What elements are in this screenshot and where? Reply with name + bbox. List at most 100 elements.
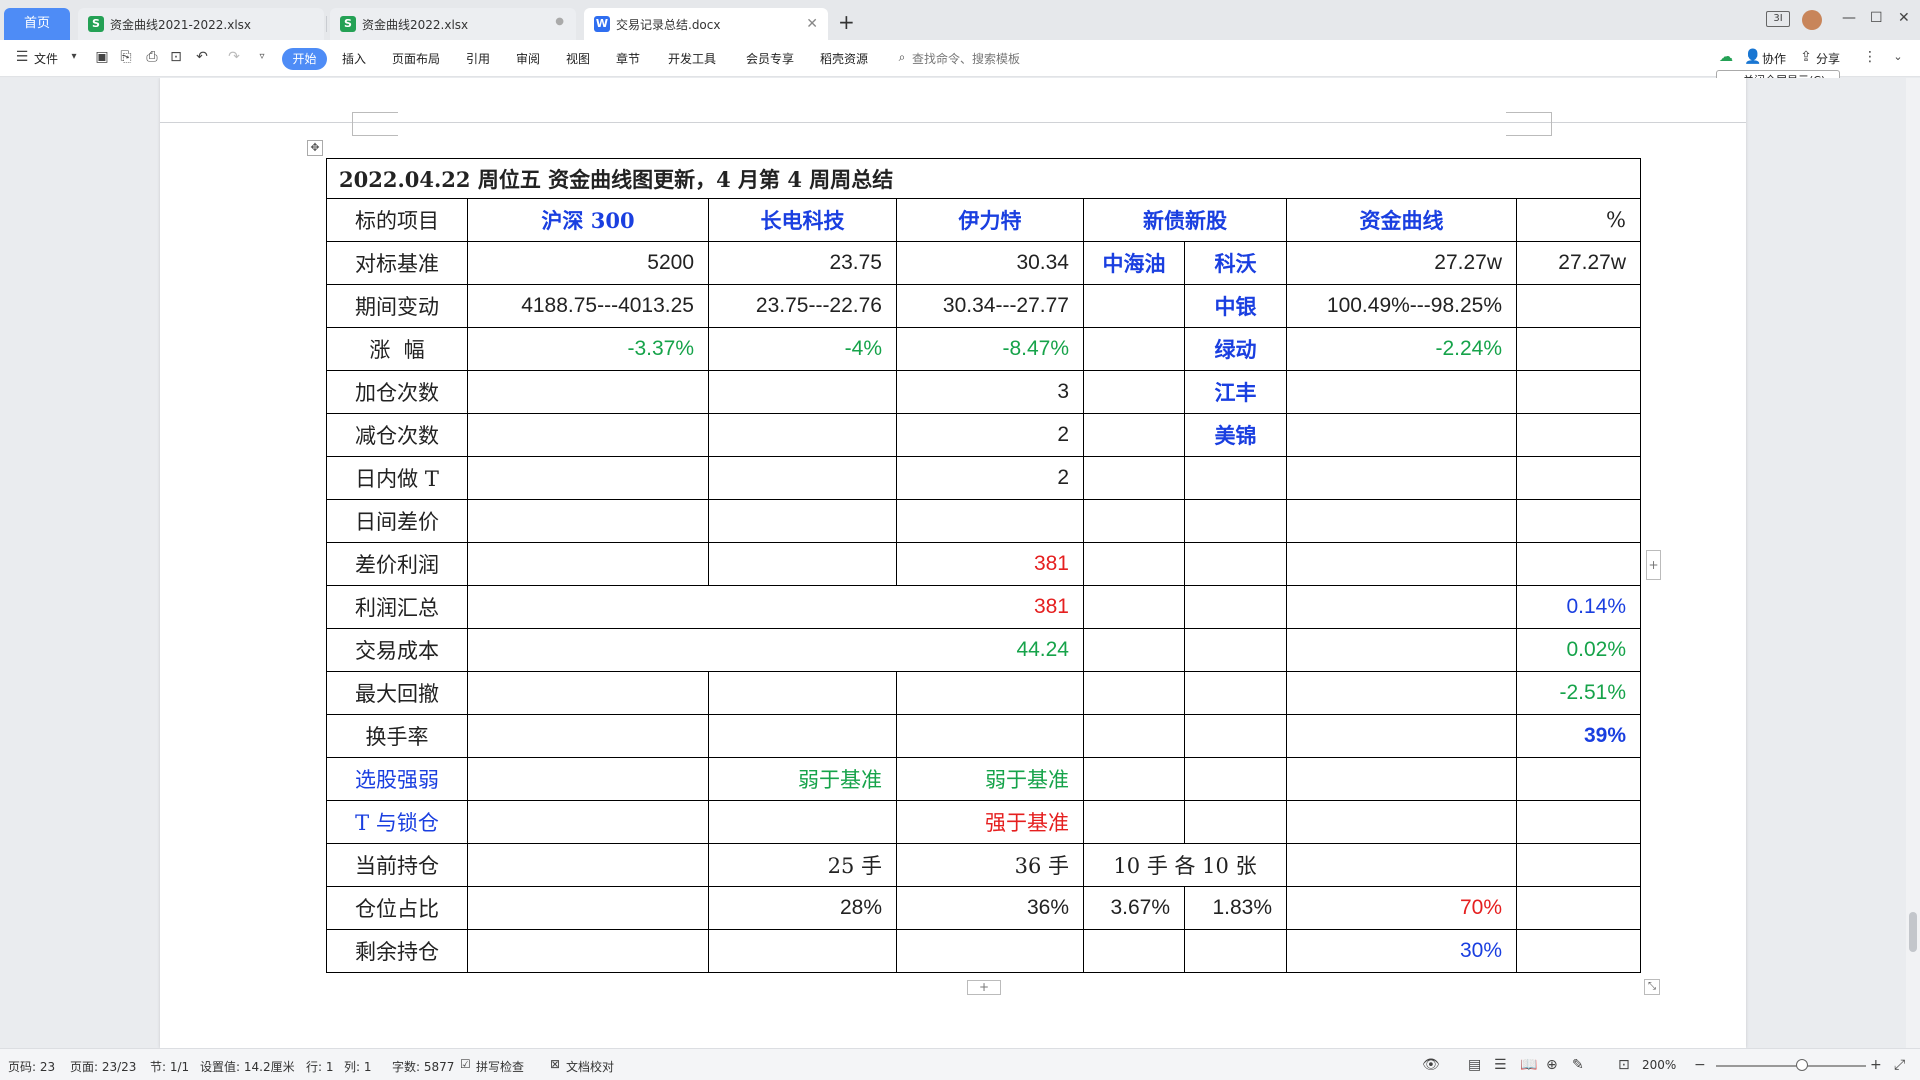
table-cell[interactable]: 23.75---22.76 — [708, 284, 897, 328]
row-label[interactable]: 涨 幅 — [326, 327, 468, 371]
table-cell[interactable] — [1516, 929, 1641, 973]
table-cell[interactable]: 2 — [896, 456, 1084, 500]
header-cell[interactable]: 伊力特 — [896, 198, 1084, 242]
table-cell[interactable] — [1083, 929, 1185, 973]
table-resize-icon[interactable]: ⤡ — [1644, 979, 1660, 995]
table-cell[interactable]: 中银 — [1184, 284, 1287, 328]
table-cell[interactable]: 25 手 — [708, 843, 897, 887]
table-cell[interactable]: 2 — [896, 413, 1084, 457]
zoom-slider-knob[interactable] — [1796, 1059, 1808, 1071]
table-cell[interactable] — [708, 929, 897, 973]
table-cell[interactable] — [708, 542, 897, 586]
table-cell[interactable] — [1083, 456, 1185, 500]
doc-proofread-button[interactable]: 文档校对 — [566, 1058, 614, 1075]
table-cell[interactable] — [1516, 284, 1641, 328]
minimize-button[interactable]: — — [1842, 10, 1856, 26]
fit-page-icon[interactable]: ⊡ — [1618, 1057, 1630, 1073]
table-cell[interactable]: -2.24% — [1286, 327, 1517, 371]
table-cell[interactable] — [1516, 499, 1641, 543]
table-cell[interactable]: 27.27w — [1516, 241, 1641, 285]
table-cell[interactable]: 0.02% — [1516, 628, 1641, 672]
table-cell[interactable] — [1083, 284, 1185, 328]
table-move-handle[interactable]: ✥ — [307, 140, 323, 156]
screen-mode-button[interactable]: 3I — [1766, 11, 1790, 27]
header-cell[interactable]: 长电科技 — [708, 198, 897, 242]
table-cell[interactable] — [1286, 370, 1517, 414]
table-cell[interactable] — [467, 886, 709, 930]
table-cell[interactable] — [1184, 456, 1287, 500]
row-label[interactable]: 剩余持仓 — [326, 929, 468, 973]
tab-view[interactable]: 视图 — [566, 50, 590, 67]
tab-insert[interactable]: 插入 — [342, 50, 366, 67]
table-cell[interactable] — [467, 370, 709, 414]
table-cell[interactable]: 弱于基准 — [896, 757, 1084, 801]
table-cell[interactable] — [1286, 714, 1517, 758]
tab-reference[interactable]: 引用 — [466, 50, 490, 67]
row-label[interactable]: 换手率 — [326, 714, 468, 758]
table-cell[interactable] — [1184, 499, 1287, 543]
tab-docer-resources[interactable]: 稻壳资源 — [820, 50, 868, 67]
table-cell[interactable] — [1286, 542, 1517, 586]
table-cell[interactable] — [467, 542, 709, 586]
table-cell[interactable] — [467, 843, 709, 887]
add-column-button[interactable]: + — [1646, 550, 1661, 580]
line-number[interactable]: 行: 1 — [306, 1058, 334, 1075]
table-cell[interactable] — [467, 499, 709, 543]
table-cell[interactable] — [1083, 499, 1185, 543]
row-label[interactable]: 对标基准 — [326, 241, 468, 285]
table-cell[interactable] — [467, 671, 709, 715]
row-label[interactable]: 日内做 T — [326, 456, 468, 500]
table-cell[interactable] — [1083, 327, 1185, 371]
print-icon[interactable]: ⎙ — [144, 49, 160, 65]
table-cell[interactable] — [708, 370, 897, 414]
table-cell[interactable] — [1286, 800, 1517, 844]
table-cell[interactable]: 10 手 各 10 张 — [1083, 843, 1287, 887]
table-cell[interactable] — [467, 757, 709, 801]
table-cell[interactable] — [1083, 585, 1185, 629]
table-cell[interactable] — [1516, 456, 1641, 500]
customize-chevron-icon[interactable]: ▿ — [254, 49, 270, 65]
row-label[interactable]: 选股强弱 — [326, 757, 468, 801]
table-cell[interactable]: 39% — [1516, 714, 1641, 758]
vertical-scrollbar[interactable] — [1906, 78, 1920, 1048]
table-cell[interactable] — [896, 499, 1084, 543]
table-cell[interactable] — [1184, 628, 1287, 672]
table-cell[interactable]: 44.24 — [467, 628, 1084, 672]
table-cell[interactable] — [1516, 327, 1641, 371]
zoom-level[interactable]: 200% — [1642, 1058, 1676, 1072]
tab-start[interactable]: 开始 — [282, 48, 327, 70]
table-cell[interactable] — [1516, 886, 1641, 930]
header-cell[interactable]: 资金曲线 — [1286, 198, 1517, 242]
file-menu[interactable]: 文件 — [34, 50, 58, 67]
table-cell[interactable] — [467, 413, 709, 457]
zoom-slider[interactable] — [1716, 1065, 1866, 1067]
tab-page-layout[interactable]: 页面布局 — [392, 50, 440, 67]
maximize-button[interactable]: ☐ — [1870, 10, 1883, 26]
tab-chapter[interactable]: 章节 — [616, 50, 640, 67]
table-cell[interactable]: -4% — [708, 327, 897, 371]
table-cell[interactable] — [1083, 413, 1185, 457]
print-preview-icon[interactable]: ⊡ — [168, 49, 184, 65]
table-cell[interactable] — [467, 929, 709, 973]
share-icon[interactable]: ⇪ — [1798, 49, 1814, 65]
table-cell[interactable] — [896, 671, 1084, 715]
scrollbar-thumb[interactable] — [1909, 912, 1917, 952]
table-cell[interactable] — [1516, 542, 1641, 586]
table-cell[interactable] — [1286, 843, 1517, 887]
avatar[interactable] — [1802, 10, 1822, 30]
table-cell[interactable] — [467, 800, 709, 844]
table-cell[interactable]: 江丰 — [1184, 370, 1287, 414]
table-cell[interactable]: 科沃 — [1184, 241, 1287, 285]
table-cell[interactable] — [1286, 499, 1517, 543]
table-cell[interactable]: 4188.75---4013.25 — [467, 284, 709, 328]
table-title[interactable]: 2022.04.22 周位五 资金曲线图更新，4 月第 4 周周总结 — [326, 158, 1641, 199]
table-cell[interactable]: 3 — [896, 370, 1084, 414]
page-code[interactable]: 页码: 23 — [8, 1058, 55, 1075]
table-cell[interactable] — [1083, 628, 1185, 672]
web-view-icon[interactable]: ⊕ — [1546, 1057, 1558, 1073]
zoom-in-icon[interactable]: + — [1870, 1057, 1882, 1073]
page-count[interactable]: 页面: 23/23 — [70, 1058, 136, 1075]
collab-button[interactable]: 协作 — [1762, 50, 1786, 67]
table-cell[interactable] — [1184, 585, 1287, 629]
table-cell[interactable] — [1286, 757, 1517, 801]
